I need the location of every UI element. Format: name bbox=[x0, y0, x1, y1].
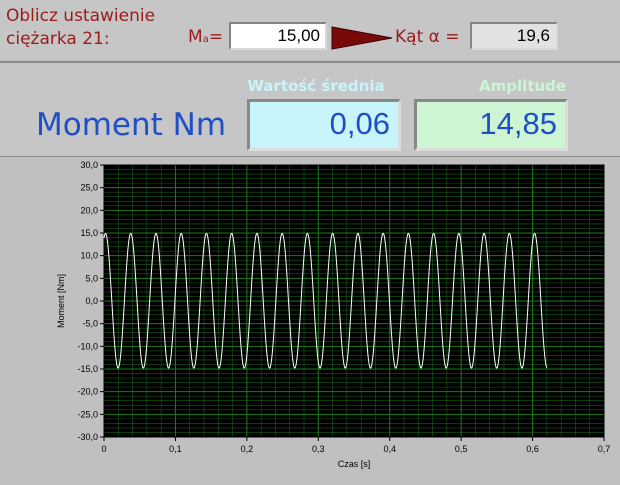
moment-graph-panel: 30,0 25,0 20,0 15,0 10,0 5,0 0,0 -5,0 -10,0 -15,0… bbox=[0, 157, 620, 485]
angle-value: 19,6 bbox=[516, 26, 550, 45]
y-tick-label: 30,0 bbox=[80, 160, 98, 170]
ma-value-field[interactable]: 15,00 bbox=[229, 22, 327, 50]
y-tick-label: 20,0 bbox=[80, 205, 98, 215]
y-tick-label: 0,0 bbox=[85, 296, 98, 306]
moment-panel: Moment Nm Wartość średnia 0,06 Amplitude… bbox=[0, 61, 620, 158]
mean-value-field: 0,06 bbox=[247, 99, 401, 151]
angle-value-field: 19,6 bbox=[470, 22, 558, 50]
ma-label-eq: = bbox=[208, 27, 224, 47]
ma-value: 15,00 bbox=[277, 26, 320, 45]
x-axis-label: Czas [s] bbox=[338, 459, 371, 469]
y-tick-label: -25,0 bbox=[77, 409, 98, 419]
setpoint-panel: Oblicz ustawienie ciężarka 21: Ma= 15,00… bbox=[0, 0, 620, 60]
y-tick-label: 10,0 bbox=[80, 251, 98, 261]
x-tick-label: 0,6 bbox=[526, 444, 539, 454]
moment-chart: 30,0 25,0 20,0 15,0 10,0 5,0 0,0 -5,0 -10,0 -15,0… bbox=[56, 160, 611, 469]
y-axis-label: Moment [Nm] bbox=[56, 274, 66, 328]
arrow-right-icon bbox=[331, 26, 393, 50]
x-tick-label: 0,3 bbox=[312, 444, 325, 454]
y-tick-label: -5,0 bbox=[82, 319, 98, 329]
y-tick-label: 25,0 bbox=[80, 183, 98, 193]
y-tick-label: -10,0 bbox=[77, 341, 98, 351]
ma-label-m: M bbox=[188, 27, 203, 47]
y-tick-label: 15,0 bbox=[80, 228, 98, 238]
y-tick-label: 5,0 bbox=[85, 273, 98, 283]
prompt-line-1: Oblicz ustawienie bbox=[6, 6, 156, 26]
amplitude-value-field: 14,85 bbox=[414, 99, 568, 151]
y-tick-label: -30,0 bbox=[77, 432, 98, 442]
angle-label: Kąt α = bbox=[395, 27, 460, 47]
prompt-line-2: ciężarka 21: bbox=[6, 29, 110, 49]
mean-label: Wartość średnia bbox=[247, 77, 385, 95]
x-tick-label: 0 bbox=[101, 444, 106, 454]
x-tick-label: 0,4 bbox=[383, 444, 396, 454]
y-tick-label: -20,0 bbox=[77, 387, 98, 397]
x-tick-label: 0,1 bbox=[169, 444, 182, 454]
moment-title: Moment Nm bbox=[36, 107, 227, 143]
x-tick-label: 0,2 bbox=[241, 444, 254, 454]
x-tick-label: 0,7 bbox=[598, 444, 611, 454]
x-tick-label: 0,5 bbox=[455, 444, 468, 454]
amplitude-label: Amplitude bbox=[478, 77, 566, 95]
y-tick-label: -15,0 bbox=[77, 364, 98, 374]
amplitude-value: 14,85 bbox=[479, 106, 557, 141]
ma-label: Ma= bbox=[188, 27, 223, 47]
mean-value: 0,06 bbox=[329, 106, 390, 141]
